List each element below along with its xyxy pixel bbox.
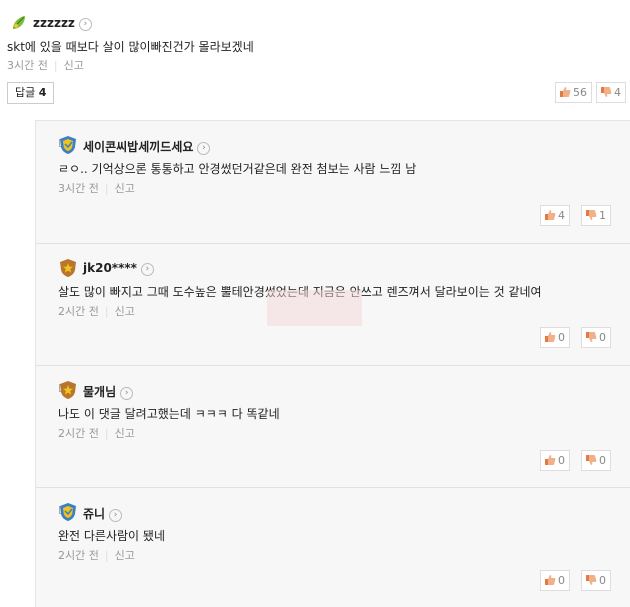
reply-item: 세이콘씨밥세끼드세요 › ㄹㅇ.. 기억상으론 통통하고 안경썼던거같은데 완전 … bbox=[36, 121, 630, 243]
dislike-button[interactable]: 1 bbox=[581, 205, 611, 226]
dislike-button[interactable]: 0 bbox=[581, 450, 611, 471]
reply-text: 완전 다른사람이 됐네 bbox=[58, 529, 165, 543]
thumbs-down-icon bbox=[586, 210, 597, 220]
chevron-right-icon[interactable]: › bbox=[120, 387, 134, 400]
thumbs-up-icon bbox=[545, 210, 556, 220]
dislike-button[interactable]: 4 bbox=[596, 82, 626, 103]
report-link[interactable]: 신고 bbox=[115, 427, 135, 440]
meta-divider: | bbox=[104, 427, 109, 440]
reply-item: 쥬니 › 완전 다른사람이 됐네 2시간 전 | 신고 0 0 bbox=[36, 487, 630, 607]
chevron-right-icon[interactable]: › bbox=[78, 18, 92, 31]
like-button[interactable]: 0 bbox=[540, 450, 570, 471]
reply-time: 2시간 전 bbox=[58, 549, 99, 562]
like-button[interactable]: 4 bbox=[540, 205, 570, 226]
meta-divider: | bbox=[104, 182, 109, 195]
thumbs-up-icon bbox=[560, 87, 571, 97]
dislike-button[interactable]: 0 bbox=[581, 570, 611, 591]
chevron-right-icon[interactable]: › bbox=[140, 263, 154, 276]
meta-divider: | bbox=[104, 305, 109, 318]
thumbs-down-icon bbox=[601, 87, 612, 97]
main-comment-meta: 3시간 전 | 신고 bbox=[7, 57, 84, 73]
reply-meta: 3시간 전 | 신고 bbox=[58, 180, 135, 196]
like-button[interactable]: 0 bbox=[540, 570, 570, 591]
like-button[interactable]: 56 bbox=[555, 82, 592, 103]
reply-meta: 2시간 전 | 신고 bbox=[58, 547, 135, 563]
reply-time: 2시간 전 bbox=[58, 305, 99, 318]
report-link[interactable]: 신고 bbox=[115, 182, 135, 195]
watermark-logo bbox=[267, 290, 362, 326]
meta-divider: | bbox=[104, 549, 109, 562]
report-link[interactable]: 신고 bbox=[115, 305, 135, 318]
thumbs-down-icon bbox=[586, 332, 597, 342]
reply-time: 2시간 전 bbox=[58, 427, 99, 440]
reply-item: 물개님 › 나도 이 댓글 달려고했는데 ㅋㅋㅋ 다 똑같네 2시간 전 | 신고 0… bbox=[36, 365, 630, 487]
report-link[interactable]: 신고 bbox=[115, 549, 135, 562]
reply-username[interactable]: 쥬니 › bbox=[83, 505, 123, 522]
reply-meta: 2시간 전 | 신고 bbox=[58, 425, 135, 441]
shield-badge-icon bbox=[60, 136, 76, 154]
shield-badge-icon bbox=[60, 503, 76, 521]
user-level-icon bbox=[13, 16, 25, 29]
main-comment: zzzzzz › skt에 있을 때보다 살이 많이빠진건가 몰라보겠네 3시간 … bbox=[0, 0, 630, 110]
meta-divider: | bbox=[53, 59, 58, 72]
reply-username[interactable]: jk20**** › bbox=[83, 261, 154, 276]
thumbs-up-icon bbox=[545, 575, 556, 585]
thumbs-up-icon bbox=[545, 455, 556, 465]
reply-count-button[interactable]: 답글 4 bbox=[7, 82, 55, 104]
thumbs-down-icon bbox=[586, 575, 597, 585]
reply-text: 나도 이 댓글 달려고했는데 ㅋㅋㅋ 다 똑같네 bbox=[58, 407, 280, 421]
chevron-right-icon[interactable]: › bbox=[109, 509, 123, 522]
chevron-right-icon[interactable]: › bbox=[197, 142, 211, 155]
main-comment-username[interactable]: zzzzzz › bbox=[33, 16, 92, 31]
reply-username[interactable]: 물개님 › bbox=[83, 383, 134, 400]
star-badge-icon bbox=[60, 259, 76, 277]
comment-time: 3시간 전 bbox=[7, 59, 48, 72]
star-badge-icon bbox=[60, 381, 76, 399]
main-comment-text: skt에 있을 때보다 살이 많이빠진건가 몰라보겠네 bbox=[7, 40, 254, 54]
reply-time: 3시간 전 bbox=[58, 182, 99, 195]
reply-username[interactable]: 세이콘씨밥세끼드세요 › bbox=[83, 138, 211, 155]
thumbs-up-icon bbox=[545, 332, 556, 342]
reply-text: ㄹㅇ.. 기억상으론 통통하고 안경썼던거같은데 완전 첨보는 사람 느낌 남 bbox=[58, 162, 417, 176]
reply-meta: 2시간 전 | 신고 bbox=[58, 303, 135, 319]
thumbs-down-icon bbox=[586, 455, 597, 465]
dislike-button[interactable]: 0 bbox=[581, 327, 611, 348]
like-button[interactable]: 0 bbox=[540, 327, 570, 348]
reply-list: 세이콘씨밥세끼드세요 › ㄹㅇ.. 기억상으론 통통하고 안경썼던거같은데 완전 … bbox=[35, 120, 630, 607]
report-link[interactable]: 신고 bbox=[64, 59, 84, 72]
